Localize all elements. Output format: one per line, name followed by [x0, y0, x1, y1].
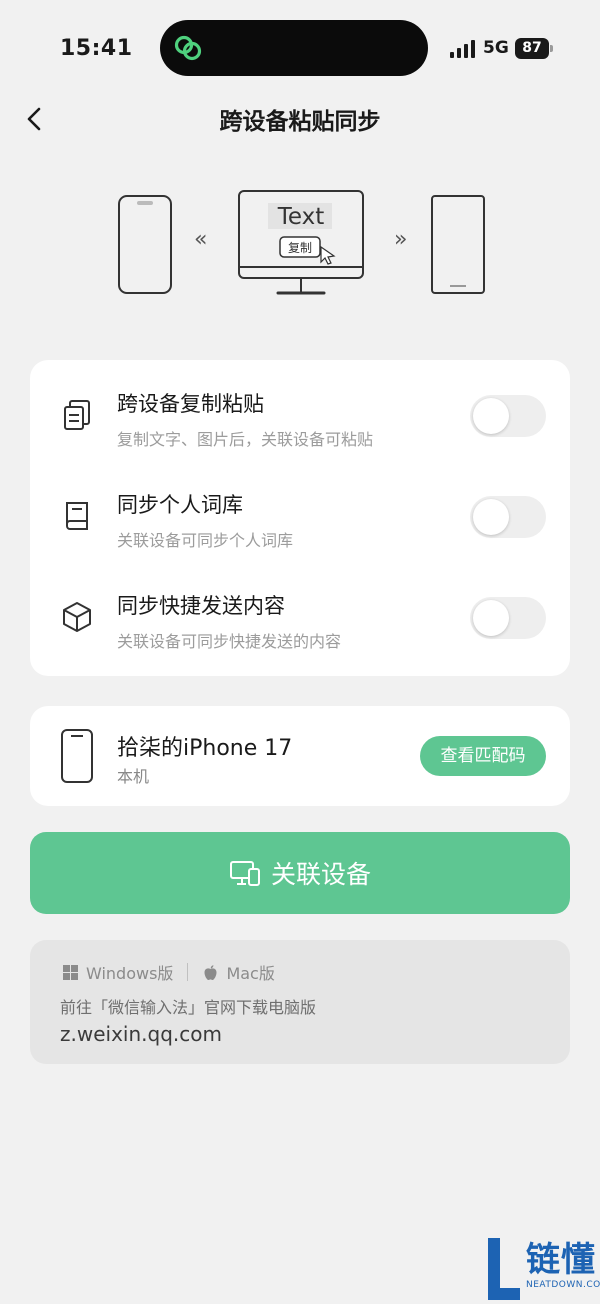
setting-title: 同步个人词库: [117, 493, 243, 517]
toggle-knob: [473, 398, 509, 434]
quick-send-sync-toggle[interactable]: [470, 597, 546, 639]
sync-illustration: « Text 复制 »: [118, 190, 485, 295]
battery-cap: [550, 45, 553, 52]
book-icon: [66, 502, 88, 530]
mac-label[interactable]: Mac版: [226, 960, 274, 984]
link-rings-icon: [174, 35, 202, 61]
device-subtitle: 本机: [117, 767, 150, 786]
page-title: 跨设备粘贴同步: [219, 109, 381, 135]
nav-bar: 跨设备粘贴同步: [0, 96, 600, 142]
dynamic-island: [160, 20, 428, 76]
watermark-logo: [488, 1238, 520, 1300]
status-time: 15:41: [60, 36, 133, 61]
battery-icon: 87: [515, 38, 549, 59]
phone-icon: [61, 729, 93, 783]
clipboard-sync-toggle[interactable]: [470, 395, 546, 437]
desktop-download-info: Windows版 Mac版 前往「微信输入法」官网下载电脑版 z.weixin.…: [30, 940, 570, 1064]
toggle-knob: [473, 600, 509, 636]
windows-label[interactable]: Windows版: [86, 960, 173, 984]
status-bar: 15:41 5G 87: [0, 0, 600, 96]
cursor-icon: [320, 245, 336, 265]
sync-settings-card: 跨设备复制粘贴 复制文字、图片后，关联设备可粘贴 同步个人词库 关联设备可同步个…: [30, 360, 570, 676]
clipboard-copy-icon: [64, 400, 90, 430]
setting-row-dictionary: 同步个人词库 关联设备可同步个人词库: [30, 461, 570, 561]
copy-label: 复制: [288, 241, 312, 255]
watermark: 链懂 NEATDOWN.COM: [486, 1232, 600, 1304]
monitor-icon: Text 复制: [238, 190, 364, 295]
devices-icon: [229, 861, 260, 886]
setting-subtitle: 复制文字、图片后，关联设备可粘贴: [117, 430, 374, 449]
divider: [187, 963, 189, 981]
chevrons-right-icon: »: [394, 227, 407, 252]
setting-title: 同步快捷发送内容: [117, 594, 285, 618]
link-device-button-content: 关联设备: [30, 832, 570, 914]
toggle-knob: [473, 499, 509, 535]
setting-subtitle: 关联设备可同步快捷发送的内容: [117, 632, 342, 651]
watermark-text: 链懂: [526, 1240, 596, 1280]
view-pairing-code-button[interactable]: 查看匹配码: [420, 736, 546, 776]
device-name: 拾柒的iPhone 17: [117, 736, 293, 761]
this-device-card: 拾柒的iPhone 17 本机 查看匹配码: [30, 706, 570, 806]
watermark-subtext: NEATDOWN.COM: [526, 1280, 600, 1290]
link-device-button[interactable]: 关联设备: [30, 832, 570, 914]
setting-row-quick-send: 同步快捷发送内容 关联设备可同步快捷发送的内容: [30, 562, 570, 662]
network-type: 5G: [483, 38, 509, 58]
chevrons-left-icon: «: [194, 227, 207, 252]
screen-text: Text: [277, 204, 325, 230]
download-hint: 前往「微信输入法」官网下载电脑版: [60, 998, 317, 1017]
setting-subtitle: 关联设备可同步个人词库: [117, 531, 294, 550]
apple-icon: [204, 964, 217, 980]
download-url[interactable]: z.weixin.qq.com: [60, 1022, 222, 1046]
windows-icon: [63, 964, 78, 980]
cube-icon: [63, 602, 91, 632]
link-device-label: 关联设备: [270, 860, 371, 889]
signal-icon: [450, 40, 475, 58]
setting-row-clipboard: 跨设备复制粘贴 复制文字、图片后，关联设备可粘贴: [30, 360, 570, 460]
setting-title: 跨设备复制粘贴: [117, 392, 264, 416]
phone-right-icon: [431, 195, 485, 294]
platform-list: Windows版 Mac版: [62, 960, 275, 984]
dictionary-sync-toggle[interactable]: [470, 496, 546, 538]
phone-left-icon: [118, 195, 172, 294]
